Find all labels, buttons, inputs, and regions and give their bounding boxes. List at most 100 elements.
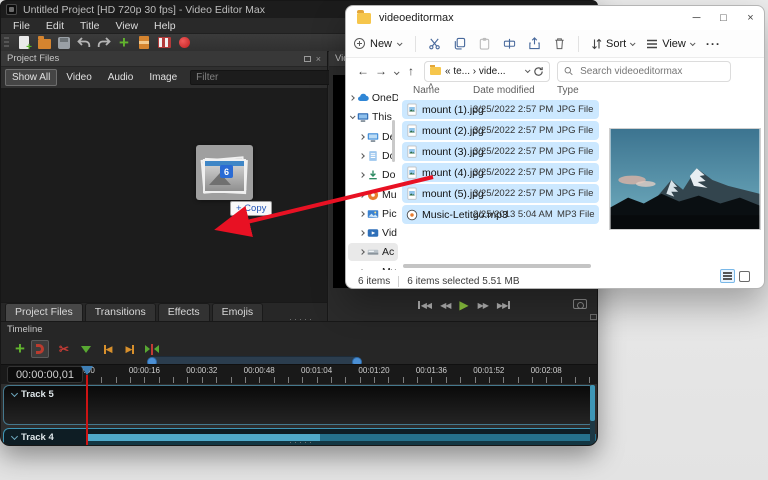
menu-view[interactable]: View <box>107 18 146 34</box>
horizontal-scrollbar[interactable] <box>403 264 591 268</box>
save-project-button[interactable] <box>54 35 74 51</box>
sidebar-item-this[interactable]: This <box>348 108 398 126</box>
snapping-toggle-button[interactable] <box>31 340 49 358</box>
bottom-tab-project-files[interactable]: Project Files <box>5 303 83 321</box>
sidebar-item-de[interactable]: De <box>348 128 398 146</box>
file-row[interactable]: mount (5).jpg3/25/2022 2:57 PMJPG File <box>402 184 599 203</box>
track-lane-5[interactable]: Track 5 <box>3 385 595 425</box>
track4-chevron-icon[interactable] <box>11 433 18 440</box>
refresh-icon[interactable] <box>533 66 544 77</box>
menu-help[interactable]: Help <box>146 18 184 34</box>
choose-profile-button[interactable] <box>134 35 154 51</box>
sidebar-item-my[interactable]: My <box>348 263 398 270</box>
play-button[interactable]: ▶ <box>459 298 468 312</box>
new-button[interactable]: New <box>354 38 401 50</box>
open-project-button[interactable] <box>34 35 54 51</box>
fast-forward-button[interactable]: ▶▶ <box>478 301 488 310</box>
track4-clip-body[interactable] <box>86 441 596 446</box>
file-row[interactable]: Music-Letitgo.mp32/25/2013 5:04 AMMP3 Fi… <box>402 205 599 224</box>
panel-close-icon[interactable]: × <box>316 56 321 62</box>
bottom-tab-transitions[interactable]: Transitions <box>85 303 156 321</box>
sort-button[interactable]: Sort <box>591 38 634 50</box>
menu-file[interactable]: File <box>5 18 38 34</box>
add-track-button[interactable]: + <box>9 339 31 359</box>
redo-button[interactable] <box>94 35 114 51</box>
import-files-button[interactable]: + <box>114 35 134 51</box>
rewind-button[interactable]: ◀◀ <box>440 301 450 310</box>
timeline-splitter-handle[interactable]: ····· <box>289 439 314 445</box>
menu-edit[interactable]: Edit <box>38 18 72 34</box>
cut-button[interactable] <box>422 33 447 55</box>
toolbar-drag-handle[interactable] <box>4 37 9 49</box>
panel-float-icon[interactable] <box>304 56 311 62</box>
track4-clip-segment[interactable] <box>86 434 320 441</box>
expander-chevron-icon[interactable] <box>359 230 365 236</box>
copy-button[interactable] <box>447 33 472 55</box>
column-name[interactable]: Name <box>413 85 440 96</box>
sidebar-scrollbar[interactable] <box>392 120 395 162</box>
breadcrumb[interactable]: « te... › vide... <box>424 61 550 82</box>
export-video-button[interactable] <box>154 35 174 51</box>
capture-icon[interactable] <box>573 299 587 309</box>
expander-chevron-icon[interactable] <box>349 95 355 101</box>
recent-locations-button[interactable] <box>390 64 402 78</box>
explorer-titlebar[interactable]: videoeditormax ─ □ × <box>346 6 764 30</box>
expander-chevron-icon[interactable] <box>350 114 356 120</box>
sidebar-item-mu[interactable]: Mu <box>348 186 398 204</box>
details-view-toggle[interactable] <box>720 269 735 283</box>
forward-button[interactable]: → <box>372 64 390 78</box>
column-type[interactable]: Type <box>557 85 579 96</box>
filter-input[interactable] <box>190 70 334 85</box>
delete-button[interactable] <box>547 33 572 55</box>
expander-chevron-icon[interactable] <box>359 211 365 217</box>
thumbnail-view-toggle[interactable] <box>739 271 750 282</box>
file-row[interactable]: mount (4).jpg3/25/2022 2:57 PMJPG File <box>402 163 599 182</box>
sidebar-item-do[interactable]: Do <box>348 166 398 184</box>
file-row[interactable]: mount (1).jpg3/25/2022 2:57 PMJPG File <box>402 100 599 119</box>
view-button[interactable]: View <box>646 38 694 50</box>
sidebar-item-pic[interactable]: Pic <box>348 205 398 223</box>
expander-chevron-icon[interactable] <box>359 250 365 256</box>
menu-title[interactable]: Title <box>72 18 107 34</box>
close-button[interactable]: × <box>737 6 764 30</box>
new-project-button[interactable] <box>14 35 34 51</box>
expander-chevron-icon[interactable] <box>359 192 365 198</box>
more-options-button[interactable]: ··· <box>706 37 721 51</box>
filter-tab-show-all[interactable]: Show All <box>5 69 57 86</box>
expander-chevron-icon[interactable] <box>359 153 365 159</box>
maximize-button[interactable]: □ <box>710 6 737 30</box>
filter-tab-image[interactable]: Image <box>142 69 184 86</box>
record-button[interactable] <box>174 35 194 51</box>
previous-marker-button[interactable]: ◀ <box>97 339 119 359</box>
expander-chevron-icon[interactable] <box>359 172 365 178</box>
expander-chevron-icon[interactable] <box>359 134 365 140</box>
jump-start-button[interactable]: ◀◀ <box>417 301 431 310</box>
add-marker-button[interactable] <box>75 339 97 359</box>
bottom-tab-effects[interactable]: Effects <box>158 303 210 321</box>
file-row[interactable]: mount (2).jpg3/25/2022 2:57 PMJPG File <box>402 121 599 140</box>
playhead-marker[interactable] <box>81 366 93 375</box>
minimize-button[interactable]: ─ <box>683 6 710 30</box>
track5-chevron-icon[interactable] <box>11 390 18 397</box>
jump-end-button[interactable]: ▶▶ <box>497 301 511 310</box>
undo-button[interactable] <box>74 35 94 51</box>
rename-button[interactable] <box>497 33 522 55</box>
track4-clip-segment[interactable] <box>320 434 596 441</box>
column-date-modified[interactable]: Date modified <box>473 85 535 96</box>
sidebar-item-oned[interactable]: OneD <box>348 89 398 107</box>
project-files-content[interactable] <box>1 88 327 302</box>
search-input[interactable] <box>578 65 724 78</box>
search-box[interactable] <box>557 61 731 82</box>
timeline-vertical-scrollbar[interactable] <box>590 385 595 445</box>
next-marker-button[interactable]: ▶ <box>119 339 141 359</box>
sidebar-item-vid[interactable]: Vid <box>348 224 398 242</box>
sidebar-item-do[interactable]: Do <box>348 147 398 165</box>
panel-splitter-handle[interactable]: ····· <box>289 316 314 322</box>
filter-tab-video[interactable]: Video <box>59 69 98 86</box>
up-button[interactable]: ↑ <box>402 64 420 78</box>
expander-chevron-icon[interactable] <box>359 269 365 270</box>
back-button[interactable]: ← <box>354 64 372 78</box>
paste-button[interactable] <box>472 33 497 55</box>
filter-tab-audio[interactable]: Audio <box>101 69 141 86</box>
sidebar-item-ac[interactable]: Ac <box>348 243 398 261</box>
